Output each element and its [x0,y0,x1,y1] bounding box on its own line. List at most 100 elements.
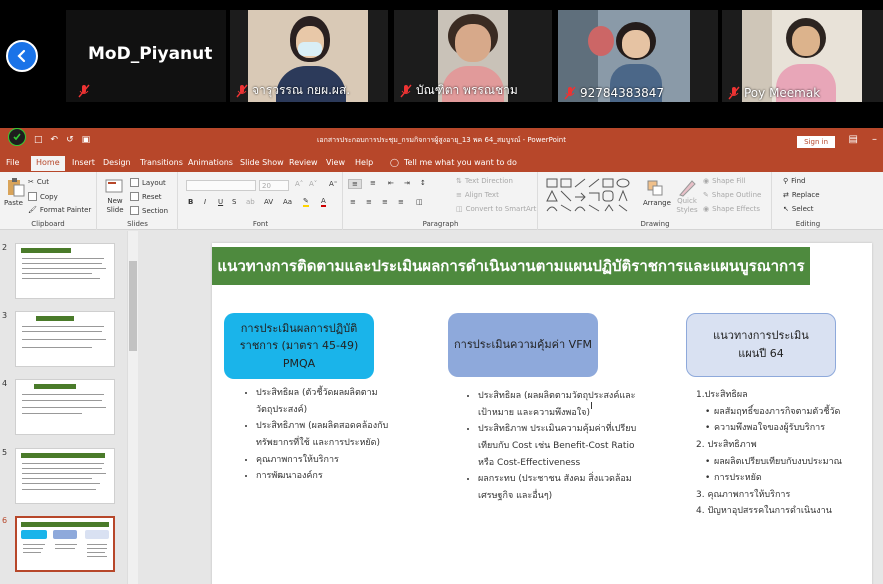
shapes-gallery-icon[interactable] [545,177,637,213]
slide-thumbnail-6[interactable] [15,516,115,572]
list-item: ผลสัมฤทธิ์ของภารกิจตามตัวชี้วัด [696,404,846,421]
scrollbar-thumb[interactable] [129,261,137,351]
list-item: การประหยัด [696,470,846,487]
underline-icon[interactable]: U [218,198,223,206]
bullets-icon[interactable]: ≡ [348,179,362,189]
tab-animations[interactable]: Animations [188,158,233,167]
slide-thumbnail-5[interactable] [15,448,115,504]
text-direction-button[interactable]: ⇅ Text Direction [456,177,513,185]
convert-smartart-button[interactable]: ◫ Convert to SmartArt [456,205,536,213]
replace-label: Replace [791,191,820,199]
columns-icon[interactable]: ◫ [416,198,423,206]
tab-design[interactable]: Design [103,158,131,167]
spacing-icon[interactable]: AV [264,198,273,206]
select-button[interactable]: ↖ Select [783,205,813,213]
group-clipboard: Paste ✂ Cut Copy 🖌 Format Painter Clipboar… [0,172,97,230]
effects-icon: ◉ [703,205,710,213]
layout-button[interactable]: Layout [130,178,166,187]
list-item: ประสิทธิผล (ตัวชี้วัดผลผลิตตามวัตถุประสง… [256,385,390,418]
slide-thumbnail-4[interactable] [15,379,115,435]
align-right-icon[interactable]: ≡ [382,198,388,206]
font-size-box[interactable]: 20 [259,180,289,191]
shrink-font-icon[interactable]: A˅ [309,180,317,188]
strikethrough-icon[interactable]: ab [246,198,255,206]
thumbnail-scrollbar[interactable] [127,231,138,584]
section-button[interactable]: Section [130,206,168,215]
slide-thumbnail-3[interactable] [15,311,115,367]
format-painter-button[interactable]: 🖌 Format Painter [28,206,91,214]
line-spacing-icon[interactable]: ↕ [420,179,426,187]
tab-transitions[interactable]: Transitions [140,158,183,167]
participant-tile-1[interactable]: จารุวรรณ กยผ.ผส. [230,10,388,102]
list-item: ประสิทธิผล (ผลผลิตตามวัตถุประสงค์และเป้า… [478,388,640,421]
brush-icon: 🖌 [28,206,37,214]
list-item: 2. ประสิทธิภาพ [696,439,757,450]
pmqa-line3: PMQA [282,356,316,370]
tab-help[interactable]: Help [355,158,373,167]
highlight-icon[interactable]: ✎ [303,197,309,207]
new-slide-button[interactable]: New Slide [102,197,128,215]
tab-review[interactable]: Review [289,158,318,167]
minimize-icon[interactable]: – [872,134,877,145]
ribbon-display-icon[interactable]: ▤ [849,134,858,145]
participant-tile-4[interactable]: Poy Meemak [722,10,883,102]
participant-tile-3[interactable]: 92784383847 [558,10,718,102]
slide-canvas[interactable]: แนวทางการติดตามและประเมินผลการดำเนินงานต… [212,243,872,584]
copy-icon [28,192,37,201]
outdent-icon[interactable]: ⇥ [404,179,410,187]
mic-off-icon [236,84,248,97]
numbering-icon[interactable]: ≡ [370,179,376,187]
paste-button[interactable]: Paste [4,199,23,207]
italic-icon[interactable]: I [204,198,206,206]
participant-tile-2[interactable]: บัณฑิตา พรรณชาม [394,10,552,102]
shadow-icon[interactable]: S [232,198,236,206]
quick-styles-button[interactable]: Quick Styles [675,197,699,215]
shape-fill-label: Shape Fill [712,177,746,185]
tab-view[interactable]: View [326,158,345,167]
find-button[interactable]: ⚲ Find [783,177,805,185]
cut-button[interactable]: ✂ Cut [28,178,49,186]
plan64-line2: แผนปี 64 [738,347,784,360]
tab-file[interactable]: File [6,158,19,167]
grow-font-icon[interactable]: A˄ [295,180,303,188]
tell-me-search[interactable]: Tell me what you want to do [404,158,517,167]
pmqa-box[interactable]: การประเมินผลการปฏิบัติ ราชการ (มาตรา 45-… [224,313,374,379]
pmqa-line1: การประเมินผลการปฏิบัติ [240,321,358,335]
sign-in-button[interactable]: Sign in [797,136,835,148]
new-slide-icon[interactable] [104,177,124,197]
arrange-icon[interactable] [645,178,665,198]
list-item: ผลกระทบ (ประชาชน สังคม สิ่งแวดล้อม เศรษฐ… [478,471,640,504]
convert-smartart-label: Convert to SmartArt [465,205,537,213]
justify-icon[interactable]: ≡ [398,198,404,206]
indent-icon[interactable]: ⇤ [388,179,394,187]
tab-insert[interactable]: Insert [72,158,95,167]
plan64-box[interactable]: แนวทางการประเมิน แผนปี 64 [686,313,836,377]
mic-off-icon [78,84,90,98]
tab-slide-show[interactable]: Slide Show [240,158,284,167]
align-text-button[interactable]: ≡ Align Text [456,191,499,199]
vfm-box[interactable]: การประเมินความคุ้มค่า VFM [448,313,598,377]
arrange-button[interactable]: Arrange [643,199,671,207]
font-name-box[interactable] [186,180,256,191]
copy-button[interactable]: Copy [28,192,58,201]
slide-thumbnail-2[interactable] [15,243,115,299]
mic-off-icon [400,84,412,97]
quick-styles-icon[interactable] [677,178,697,198]
vfm-text: การประเมินความคุ้มค่า VFM [453,338,593,352]
replace-button[interactable]: ⇄ Replace [783,191,820,199]
paste-icon[interactable] [5,177,25,197]
align-left-icon[interactable]: ≡ [350,198,356,206]
shape-fill-button[interactable]: ◉ Shape Fill [703,177,746,185]
reset-button[interactable]: Reset [130,192,162,201]
bold-icon[interactable]: B [188,198,193,206]
screen: { "meeting": { "host_name": "MoD_Piyanut… [0,0,883,584]
shape-effects-button[interactable]: ◉ Shape Effects [703,205,760,213]
back-button[interactable] [6,40,38,72]
tab-home[interactable]: Home [31,156,65,171]
align-center-icon[interactable]: ≡ [366,198,372,206]
font-color-icon[interactable]: A [321,197,326,207]
list-item: 1.ประสิทธิผล [696,390,748,400]
shape-outline-button[interactable]: ✎ Shape Outline [703,191,761,199]
clear-format-icon[interactable]: A⁼ [329,180,337,188]
case-icon[interactable]: Aa [283,198,292,206]
